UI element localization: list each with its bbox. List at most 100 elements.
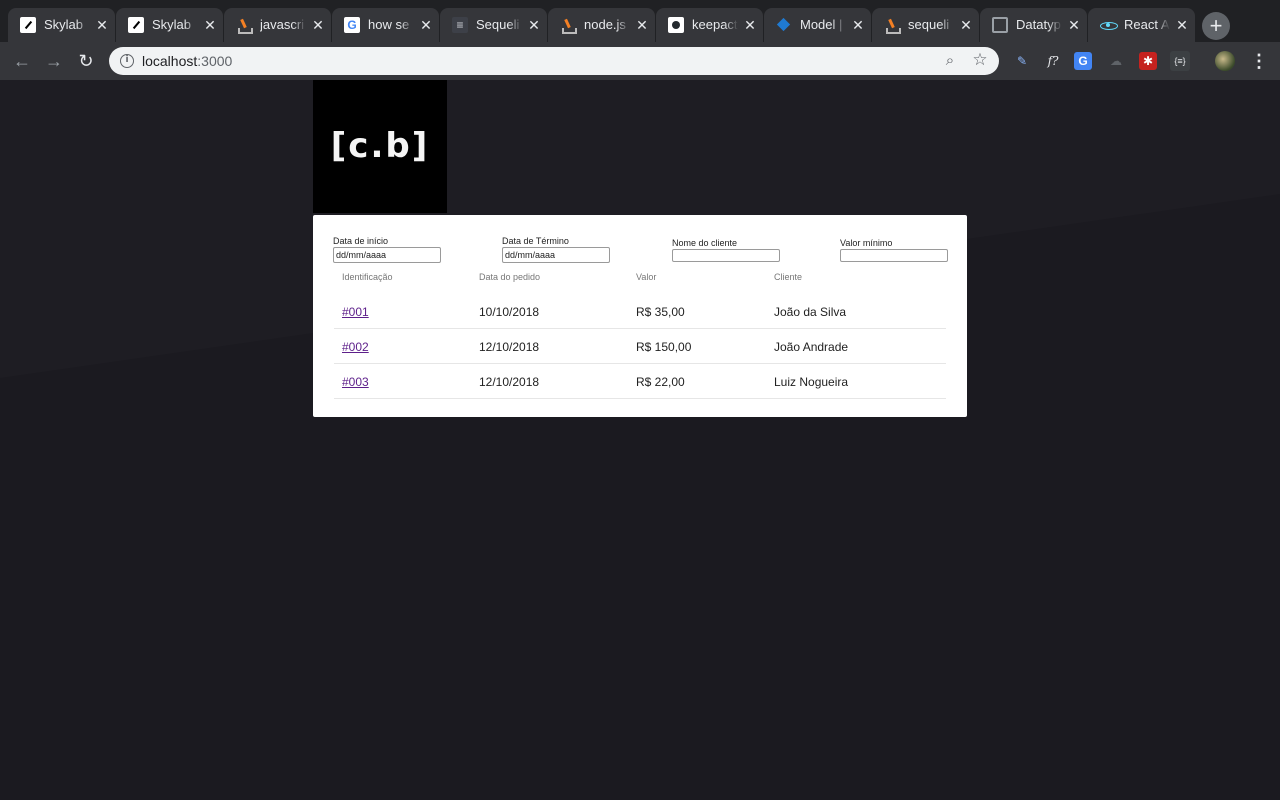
header-id[interactable]: Identificação [342,272,393,283]
order-link[interactable]: #002 [342,340,369,354]
background-band [0,80,1280,800]
client-name-filter: Nome do cliente [672,238,780,262]
tab-nodejs[interactable]: node.js ✕ [548,8,655,42]
tab-github[interactable]: keepact ✕ [656,8,763,42]
address-bar[interactable]: i localhost:3000 ⌕ ☆ [109,47,999,75]
translate-extension-icon[interactable]: G [1074,52,1092,70]
close-icon[interactable]: ✕ [526,17,542,33]
function-extension-icon[interactable]: f? [1043,51,1063,71]
tab-title: javascri [260,17,305,32]
browser-toolbar: ← → ↻ i localhost:3000 ⌕ ☆ ✎ f? G ☁ ✱ {≡… [0,42,1280,80]
table-row: #003 12/10/2018 R$ 22,00 Luiz Nogueira [334,364,946,399]
reload-icon[interactable]: ↻ [74,50,98,72]
end-date-input[interactable]: dd/mm/aaaa [502,247,610,263]
order-date: 10/10/2018 [479,305,540,319]
order-id-link[interactable]: #002 [342,340,369,354]
tab-google-search[interactable]: how se ✕ [332,8,439,42]
model-icon [776,17,792,33]
table-header: Identificação Data do pedido Valor Clien… [334,268,946,294]
order-link[interactable]: #003 [342,375,369,389]
tab-skylab-1[interactable]: Skylab ✕ [8,8,115,42]
table-row: #001 10/10/2018 R$ 35,00 João da Silva [334,294,946,329]
orders-card: Data de início dd/mm/aaaa Data de Términ… [313,215,967,417]
menu-icon[interactable]: ⋮ [1250,50,1268,72]
client-name-input[interactable] [672,249,780,262]
json-extension-icon[interactable]: {≡} [1170,51,1190,71]
sequelize-icon [452,17,468,33]
profile-avatar[interactable] [1215,51,1235,71]
datatype-icon [992,17,1008,33]
address-url[interactable]: localhost:3000 [142,53,232,69]
back-icon[interactable]: ← [10,50,34,72]
skylab-icon [20,17,36,33]
site-info-icon[interactable]: i [120,54,134,68]
bug-extension-icon[interactable]: ✱ [1139,52,1157,70]
bookmark-star-icon[interactable]: ☆ [971,51,989,69]
tab-title: sequeli [908,17,950,32]
order-value: R$ 22,00 [636,375,685,389]
tab-javascript[interactable]: javascri ✕ [224,8,331,42]
pen-extension-icon[interactable]: ✎ [1012,51,1032,71]
close-icon[interactable]: ✕ [850,17,866,33]
orders-table: Identificação Data do pedido Valor Clien… [334,268,946,399]
cloud-extension-icon[interactable]: ☁ [1106,51,1126,71]
tab-sequelize-so[interactable]: sequeli ✕ [872,8,979,42]
tab-title: Skylab [152,17,192,32]
tab-title: React A [1124,17,1170,32]
logo-text: [c.b] [330,126,430,166]
close-icon[interactable]: ✕ [634,17,650,33]
forward-icon[interactable]: → [42,50,66,72]
tab-model[interactable]: Model | ✕ [764,8,871,42]
stackoverflow-icon [236,17,253,34]
stackoverflow-icon [884,17,901,34]
close-icon[interactable]: ✕ [202,17,218,33]
order-client: João Andrade [774,340,849,354]
close-icon[interactable]: ✕ [310,17,326,33]
google-icon [344,17,360,33]
order-value: R$ 35,00 [636,305,685,319]
order-date: 12/10/2018 [479,340,540,354]
tab-title: Skylab [44,17,84,32]
order-id-link[interactable]: #003 [342,375,369,389]
tab-react-app[interactable]: React A ✕ [1088,8,1195,42]
close-icon[interactable]: ✕ [418,17,434,33]
tab-sequelize[interactable]: Sequeli ✕ [440,8,547,42]
tab-datatypes[interactable]: Datatyp ✕ [980,8,1087,42]
order-id-link[interactable]: #001 [342,305,369,319]
tab-title: Datatyp [1016,17,1061,32]
skylab-icon [128,17,144,33]
start-date-label: Data de início [333,236,389,246]
order-client: Luiz Nogueira [774,375,849,389]
tab-strip: Skylab ✕ Skylab ✕ javascri ✕ how se ✕ Se… [0,0,1280,42]
logo[interactable]: [c.b] [313,80,447,213]
tab-title: Model | [800,17,843,32]
end-date-filter: Data de Término dd/mm/aaaa [502,236,610,263]
close-icon[interactable]: ✕ [1174,17,1190,33]
zoom-icon[interactable]: ⌕ [941,52,959,70]
min-value-filter: Valor mínimo [840,238,948,262]
header-value[interactable]: Valor [636,272,656,283]
end-date-label: Data de Término [502,236,569,246]
tab-title: keepact [692,17,738,32]
close-icon[interactable]: ✕ [94,17,110,33]
min-value-label: Valor mínimo [840,238,893,248]
page-viewport: [c.b] Data de início dd/mm/aaaa Data de … [0,80,1280,800]
start-date-input[interactable]: dd/mm/aaaa [333,247,441,263]
order-link[interactable]: #001 [342,305,369,319]
client-name-label: Nome do cliente [672,238,738,248]
stackoverflow-icon [560,17,577,34]
tab-title: how se [368,17,410,32]
header-date[interactable]: Data do pedido [479,272,540,283]
url-host: localhost [142,53,198,69]
table-row: #002 12/10/2018 R$ 150,00 João Andrade [334,329,946,364]
close-icon[interactable]: ✕ [1066,17,1082,33]
header-client[interactable]: Cliente [774,272,802,283]
order-client: João da Silva [774,305,847,319]
tab-skylab-2[interactable]: Skylab ✕ [116,8,223,42]
close-icon[interactable]: ✕ [742,17,758,33]
min-value-input[interactable] [840,249,948,262]
new-tab-button[interactable]: + [1202,12,1230,40]
order-date: 12/10/2018 [479,375,540,389]
close-icon[interactable]: ✕ [958,17,974,33]
order-value: R$ 150,00 [636,340,692,354]
